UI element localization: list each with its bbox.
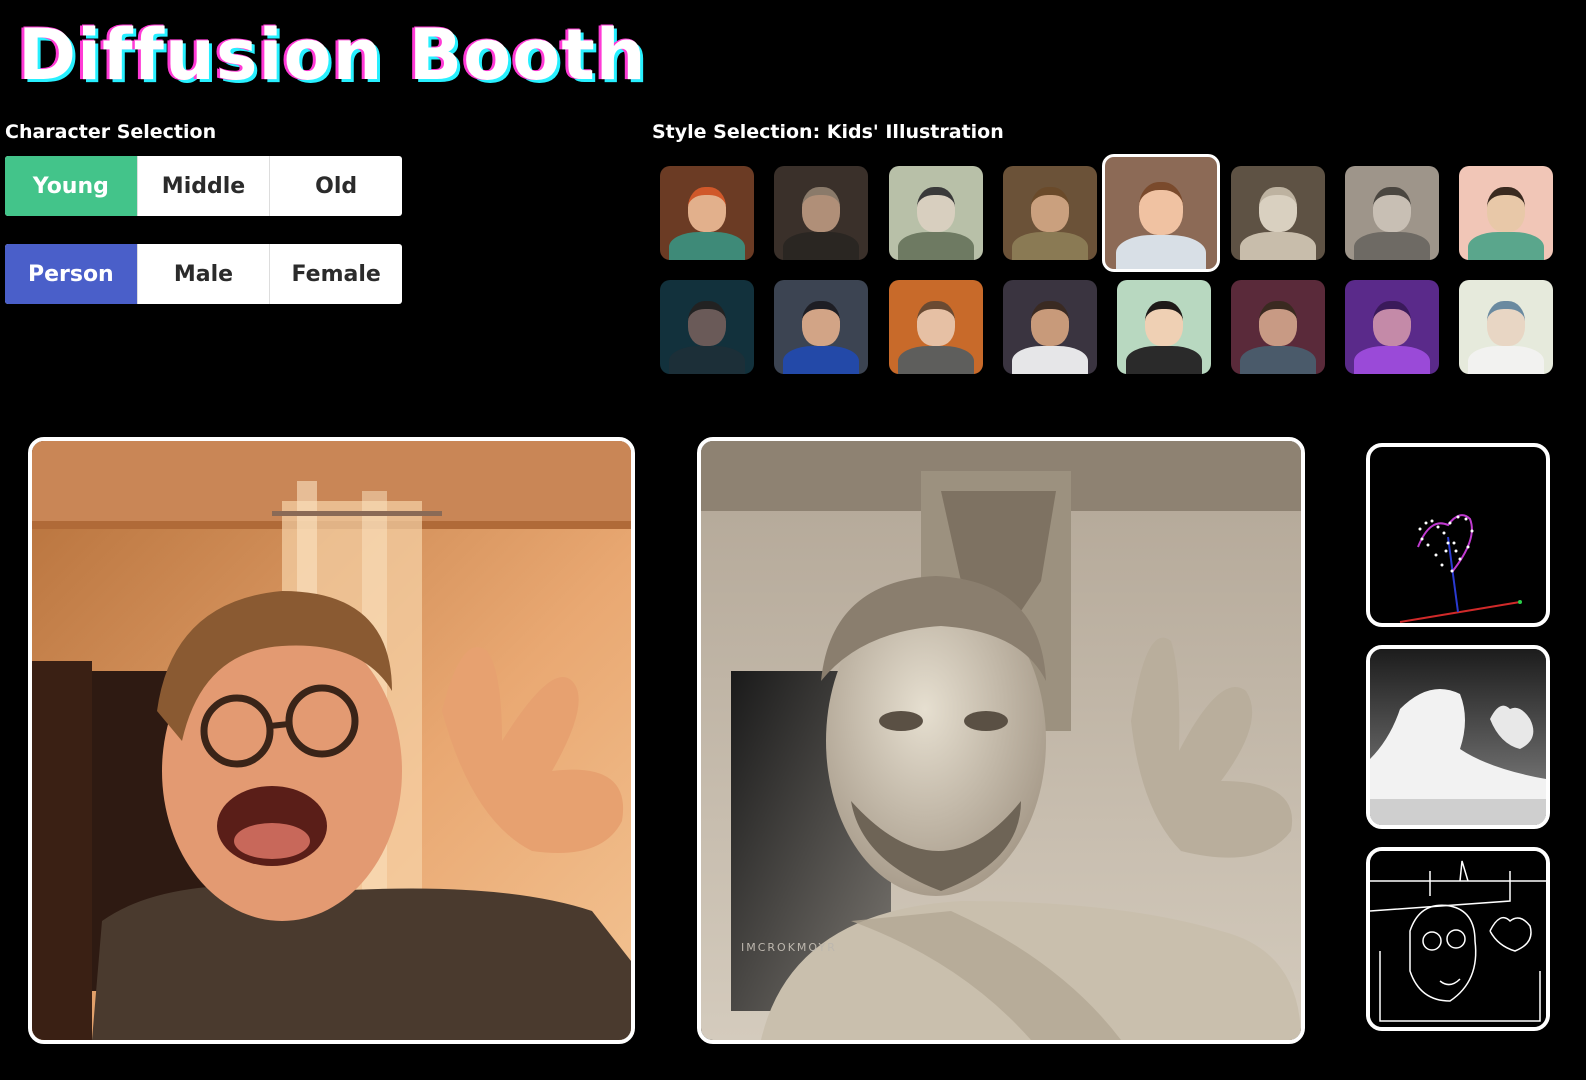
thumbnail-body [898, 345, 974, 374]
thumbnail-face [1259, 186, 1297, 232]
style-thumbnail-astronaut[interactable] [1003, 280, 1097, 374]
thumbnail-face [802, 300, 840, 346]
thumbnail-body [1354, 345, 1430, 374]
style-thumbnail-neon-room[interactable] [1231, 280, 1325, 374]
style-thumbnail-orange-light[interactable] [889, 280, 983, 374]
character-selection-label: Character Selection [5, 121, 217, 143]
depth-preview-panel [1366, 645, 1550, 829]
style-thumbnail-marble-statue[interactable] [1231, 166, 1325, 260]
thumbnail-face [1138, 181, 1184, 236]
style-thumbnail-kids-illustration[interactable] [1102, 154, 1220, 272]
thumbnail-body [783, 231, 859, 260]
thumbnail-body [783, 345, 859, 374]
thumbnail-body [1012, 231, 1088, 260]
thumbnail-face [1145, 300, 1183, 346]
depth-map-image [1370, 649, 1546, 825]
thumbnail-face [1259, 300, 1297, 346]
thumbnail-face [1031, 186, 1069, 232]
style-thumbnail-caricature[interactable] [1117, 280, 1211, 374]
gender-option-male[interactable]: Male [136, 244, 270, 304]
thumbnail-face [917, 300, 955, 346]
thumbnail-face [688, 300, 726, 346]
style-thumbnail-3d-cartoon[interactable] [660, 166, 754, 260]
thumbnail-face [1031, 300, 1069, 346]
thumbnail-face [688, 186, 726, 232]
thumbnail-body [1012, 345, 1088, 374]
pose-skeleton-image [1399, 514, 1522, 623]
style-thumbnail-watercolor[interactable] [1459, 280, 1553, 374]
output-generated-image: IMCROKMOYR [701, 441, 1301, 1040]
thumbnail-body [1240, 231, 1316, 260]
age-option-old[interactable]: Old [269, 156, 402, 216]
pose-preview-panel [1366, 443, 1550, 627]
thumbnail-face [1373, 300, 1411, 346]
edge-preview-panel [1366, 847, 1550, 1031]
style-selection-label: Style Selection: Kids' Illustration [652, 121, 1004, 143]
thumbnail-body [1116, 235, 1206, 269]
thumbnail-body [1240, 345, 1316, 374]
input-camera-panel [28, 437, 635, 1044]
thumbnail-body [669, 231, 745, 260]
thumbnail-body [669, 345, 745, 374]
age-option-middle[interactable]: Middle [136, 156, 270, 216]
app-title: Diffusion Booth [18, 14, 647, 96]
thumbnail-body [898, 231, 974, 260]
style-thumbnail-superhero[interactable] [774, 280, 868, 374]
age-selector: Young Middle Old [5, 156, 402, 216]
input-camera-image [32, 441, 631, 1040]
style-thumbnail-warm-photo[interactable] [1003, 166, 1097, 260]
thumbnail-face [1487, 300, 1525, 346]
gender-option-female[interactable]: Female [269, 244, 402, 304]
style-thumbnail-cyberpunk[interactable] [660, 280, 754, 374]
thumbnail-body [1468, 231, 1544, 260]
style-thumbnail-sepia[interactable] [1345, 166, 1439, 260]
style-thumbnail-grid [660, 154, 1560, 378]
edge-map-image [1370, 851, 1546, 1027]
style-thumbnail-pastel-flat[interactable] [1459, 166, 1553, 260]
thumbnail-face [1373, 186, 1411, 232]
thumbnail-face [802, 186, 840, 232]
style-thumbnail-dark-photo[interactable] [774, 166, 868, 260]
thumbnail-body [1468, 345, 1544, 374]
age-option-young[interactable]: Young [5, 156, 137, 216]
style-thumbnail-purple-light[interactable] [1345, 280, 1439, 374]
thumbnail-face [917, 186, 955, 232]
gender-option-person[interactable]: Person [5, 244, 137, 304]
output-generated-panel: IMCROKMOYR [697, 437, 1305, 1044]
thumbnail-body [1126, 345, 1202, 374]
style-thumbnail-sketch[interactable] [889, 166, 983, 260]
output-watermark-text: IMCROKMOYR [741, 941, 837, 954]
thumbnail-body [1354, 231, 1430, 260]
thumbnail-face [1487, 186, 1525, 232]
gender-selector: Person Male Female [5, 244, 402, 304]
